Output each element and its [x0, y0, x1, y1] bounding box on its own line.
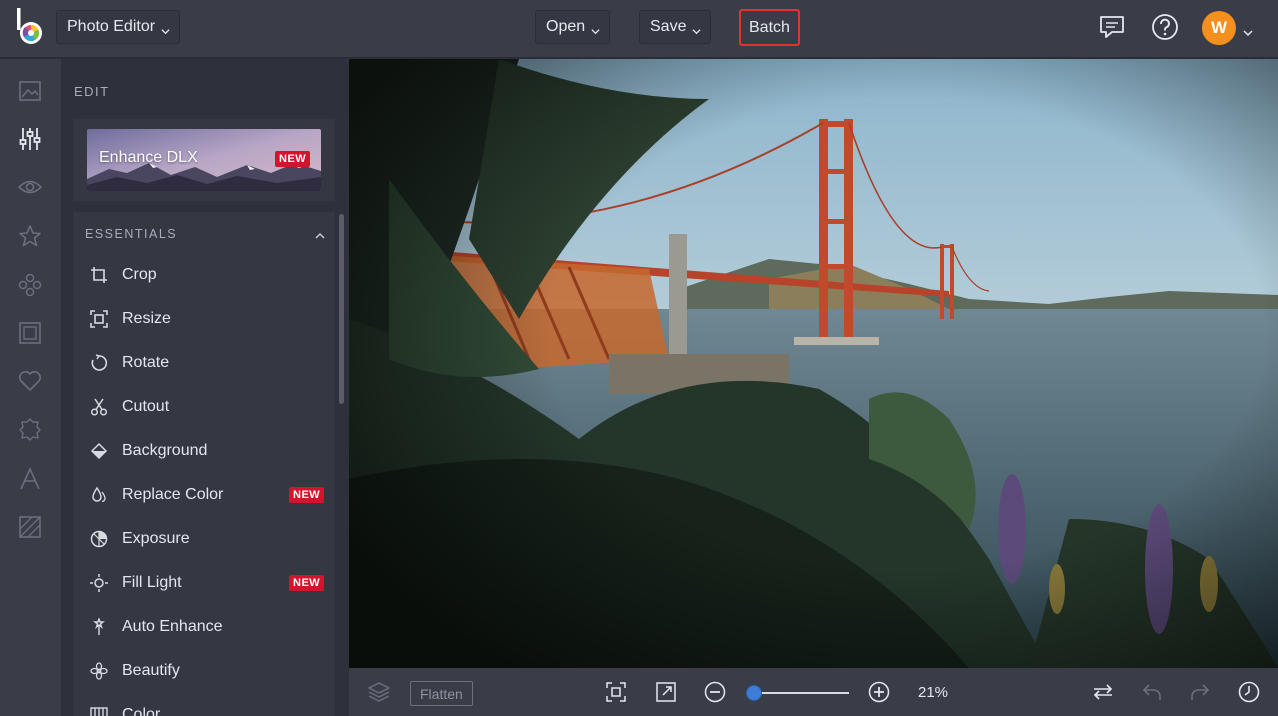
tool-rotate[interactable]: Rotate: [73, 341, 335, 385]
batch-label: Batch: [749, 18, 790, 36]
avatar[interactable]: W: [1202, 11, 1236, 45]
essentials-heading: ESSENTIALS: [85, 227, 178, 241]
panel-title: EDIT: [74, 84, 110, 99]
open-label: Open: [546, 18, 586, 35]
new-badge: NEW: [275, 151, 311, 167]
tool-fill-light[interactable]: Fill Light NEW: [73, 561, 335, 605]
enhance-dlx-label: Enhance DLX: [99, 149, 198, 166]
chevron-down-icon: [692, 23, 702, 35]
tool-label: Rotate: [122, 354, 170, 371]
text-icon[interactable]: [18, 467, 42, 491]
app-menu-label: Photo Editor: [67, 18, 156, 35]
tool-label: Beautify: [122, 662, 180, 679]
avatar-initial: W: [1210, 18, 1228, 37]
undo-icon[interactable]: [1140, 680, 1164, 704]
top-bar: Photo Editor Open Save Batch W: [0, 0, 1278, 58]
photo-canvas[interactable]: [349, 59, 1278, 668]
flatten-button[interactable]: Flatten: [410, 681, 473, 706]
open-button[interactable]: Open: [535, 10, 611, 44]
app-menu-button[interactable]: Photo Editor: [56, 10, 181, 44]
befunky-logo[interactable]: [14, 8, 48, 48]
tool-color[interactable]: Color: [73, 693, 335, 716]
eye-icon[interactable]: [18, 175, 42, 199]
new-badge: NEW: [289, 487, 325, 503]
tool-label: Resize: [122, 310, 171, 327]
tool-label: Color: [122, 706, 161, 716]
eraser-icon: [89, 441, 109, 461]
tool-exposure[interactable]: Exposure: [73, 517, 335, 561]
image-icon[interactable]: [18, 79, 42, 103]
light-icon: [89, 573, 109, 593]
enhance-dlx-card[interactable]: Enhance DLX NEW: [73, 119, 335, 201]
zoom-percent-label: 21%: [918, 684, 949, 701]
new-badge: NEW: [289, 575, 325, 591]
help-icon[interactable]: [1150, 12, 1180, 42]
redo-icon[interactable]: [1188, 680, 1212, 704]
tool-label: Exposure: [122, 530, 190, 547]
tool-beautify[interactable]: Beautify: [73, 649, 335, 693]
chevron-down-icon[interactable]: [1243, 24, 1253, 42]
resize-icon: [89, 309, 109, 329]
tool-cutout[interactable]: Cutout: [73, 385, 335, 429]
rotate-icon: [89, 353, 109, 373]
exposure-icon: [89, 529, 109, 549]
essentials-section: ESSENTIALS Crop Resize Rotate Cutout Bac…: [73, 212, 335, 716]
compare-icon[interactable]: [1091, 680, 1115, 704]
chevron-up-icon[interactable]: [315, 227, 325, 245]
sliders-icon[interactable]: [18, 127, 42, 151]
chevron-down-icon: [161, 23, 170, 35]
edit-panel: EDIT Enhance DLX NEW ESSENTIALS Crop Res…: [61, 59, 349, 716]
batch-button[interactable]: Batch: [739, 9, 800, 46]
tool-background[interactable]: Background: [73, 429, 335, 473]
color-icon: [89, 705, 109, 716]
zoom-out-icon[interactable]: [703, 680, 727, 704]
fit-screen-icon[interactable]: [604, 680, 628, 704]
chat-icon[interactable]: [1097, 12, 1127, 42]
tool-replace-color[interactable]: Replace Color NEW: [73, 473, 335, 517]
photo-image: [349, 59, 1278, 668]
save-button[interactable]: Save: [639, 10, 712, 44]
tool-label: Replace Color: [122, 486, 224, 503]
star-icon[interactable]: [18, 224, 42, 248]
chevron-down-icon: [591, 23, 600, 35]
panel-scrollbar[interactable]: [339, 214, 344, 404]
tool-resize[interactable]: Resize: [73, 297, 335, 341]
crop-icon: [89, 265, 109, 285]
badge-icon[interactable]: [18, 417, 42, 441]
heart-icon[interactable]: [18, 369, 42, 393]
layers-icon[interactable]: [367, 680, 391, 704]
scissors-icon: [89, 397, 109, 417]
save-label: Save: [650, 18, 687, 35]
sidebar-rail: [0, 59, 61, 716]
expand-icon[interactable]: [654, 680, 678, 704]
bottom-toolbar: Flatten 21%: [349, 668, 1278, 716]
tool-auto-enhance[interactable]: Auto Enhance: [73, 605, 335, 649]
wand-icon: [89, 617, 109, 637]
tool-label: Cutout: [122, 398, 170, 415]
tool-label: Background: [122, 442, 208, 459]
tool-crop[interactable]: Crop: [73, 253, 335, 297]
flower-icon: [89, 661, 109, 681]
history-icon[interactable]: [1237, 680, 1261, 704]
tool-label: Crop: [122, 266, 157, 283]
zoom-slider-knob[interactable]: [746, 685, 762, 701]
texture-icon[interactable]: [18, 515, 42, 539]
frame-icon[interactable]: [18, 321, 42, 345]
tool-label: Fill Light: [122, 574, 182, 591]
tool-label: Auto Enhance: [122, 618, 223, 635]
shapes-icon[interactable]: [18, 273, 42, 297]
zoom-slider-track[interactable]: [749, 692, 849, 694]
drops-icon: [89, 485, 109, 505]
zoom-in-icon[interactable]: [867, 680, 891, 704]
